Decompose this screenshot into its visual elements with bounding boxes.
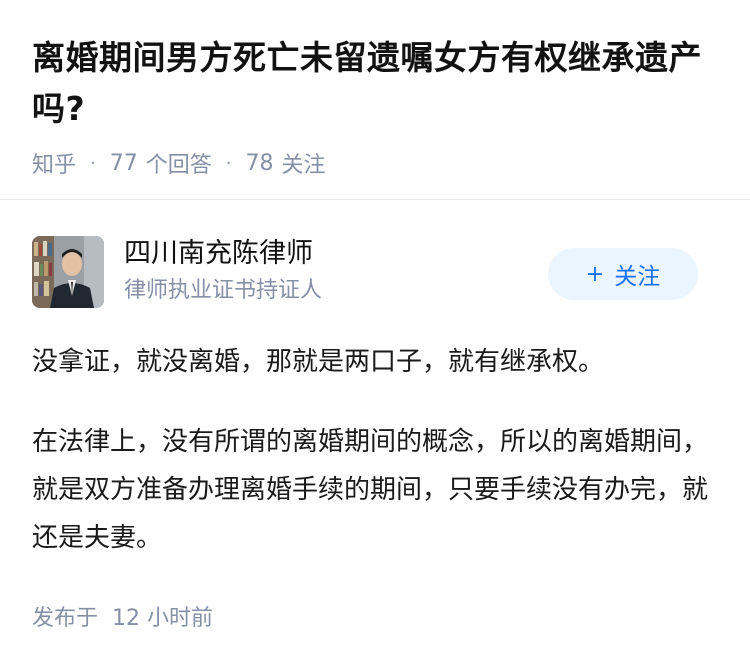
- answer-count: 77: [109, 150, 138, 176]
- meta-separator: ·: [225, 152, 232, 174]
- follow-button[interactable]: + 关注: [548, 248, 698, 300]
- publish-time: 发布于 12 小时前: [32, 600, 213, 632]
- answer-count-label[interactable]: 个回答: [146, 147, 212, 179]
- avatar[interactable]: [32, 236, 104, 308]
- author-row: 四川南充陈律师 律师执业证书持证人 + 关注: [0, 200, 750, 310]
- question-header: 离婚期间男方死亡未留遗嘱女方有权继承遗产吗? 知乎 · 77 个回答 · 78 …: [0, 0, 750, 178]
- avatar-image: [32, 236, 104, 308]
- author-description: 律师执业证书持证人: [124, 278, 323, 303]
- plus-icon: +: [585, 261, 605, 287]
- follower-count-label[interactable]: 关注: [282, 147, 326, 179]
- author-name[interactable]: 四川南充陈律师: [124, 236, 313, 272]
- answer-paragraph: 在法律上，没有所谓的离婚期间的概念，所以的离婚期间，就是双方准备办理离婚手续的期…: [32, 427, 709, 553]
- question-meta: 知乎 · 77 个回答 · 78 关注: [32, 147, 718, 179]
- answer-card: 四川南充陈律师 律师执业证书持证人 + 关注 没拿证，就没离婚，那就是两口子，就…: [0, 200, 750, 631]
- answer-paragraph: 没拿证，就没离婚，那就是两口子，就有继承权。: [32, 347, 605, 377]
- meta-separator: ·: [90, 152, 96, 174]
- question-title[interactable]: 离婚期间男方死亡未留遗嘱女方有权继承遗产吗?: [32, 32, 718, 134]
- publish-time-value: 12 小时前: [112, 606, 214, 631]
- answer-content: 没拿证，就没离婚，那就是两口子，就有继承权。 在法律上，没有所谓的离婚期间的概念…: [32, 338, 712, 562]
- follower-count: 78: [245, 150, 274, 176]
- publish-time-label: 发布于: [32, 606, 99, 631]
- source-label[interactable]: 知乎: [32, 147, 76, 179]
- follow-button-label: 关注: [614, 264, 661, 290]
